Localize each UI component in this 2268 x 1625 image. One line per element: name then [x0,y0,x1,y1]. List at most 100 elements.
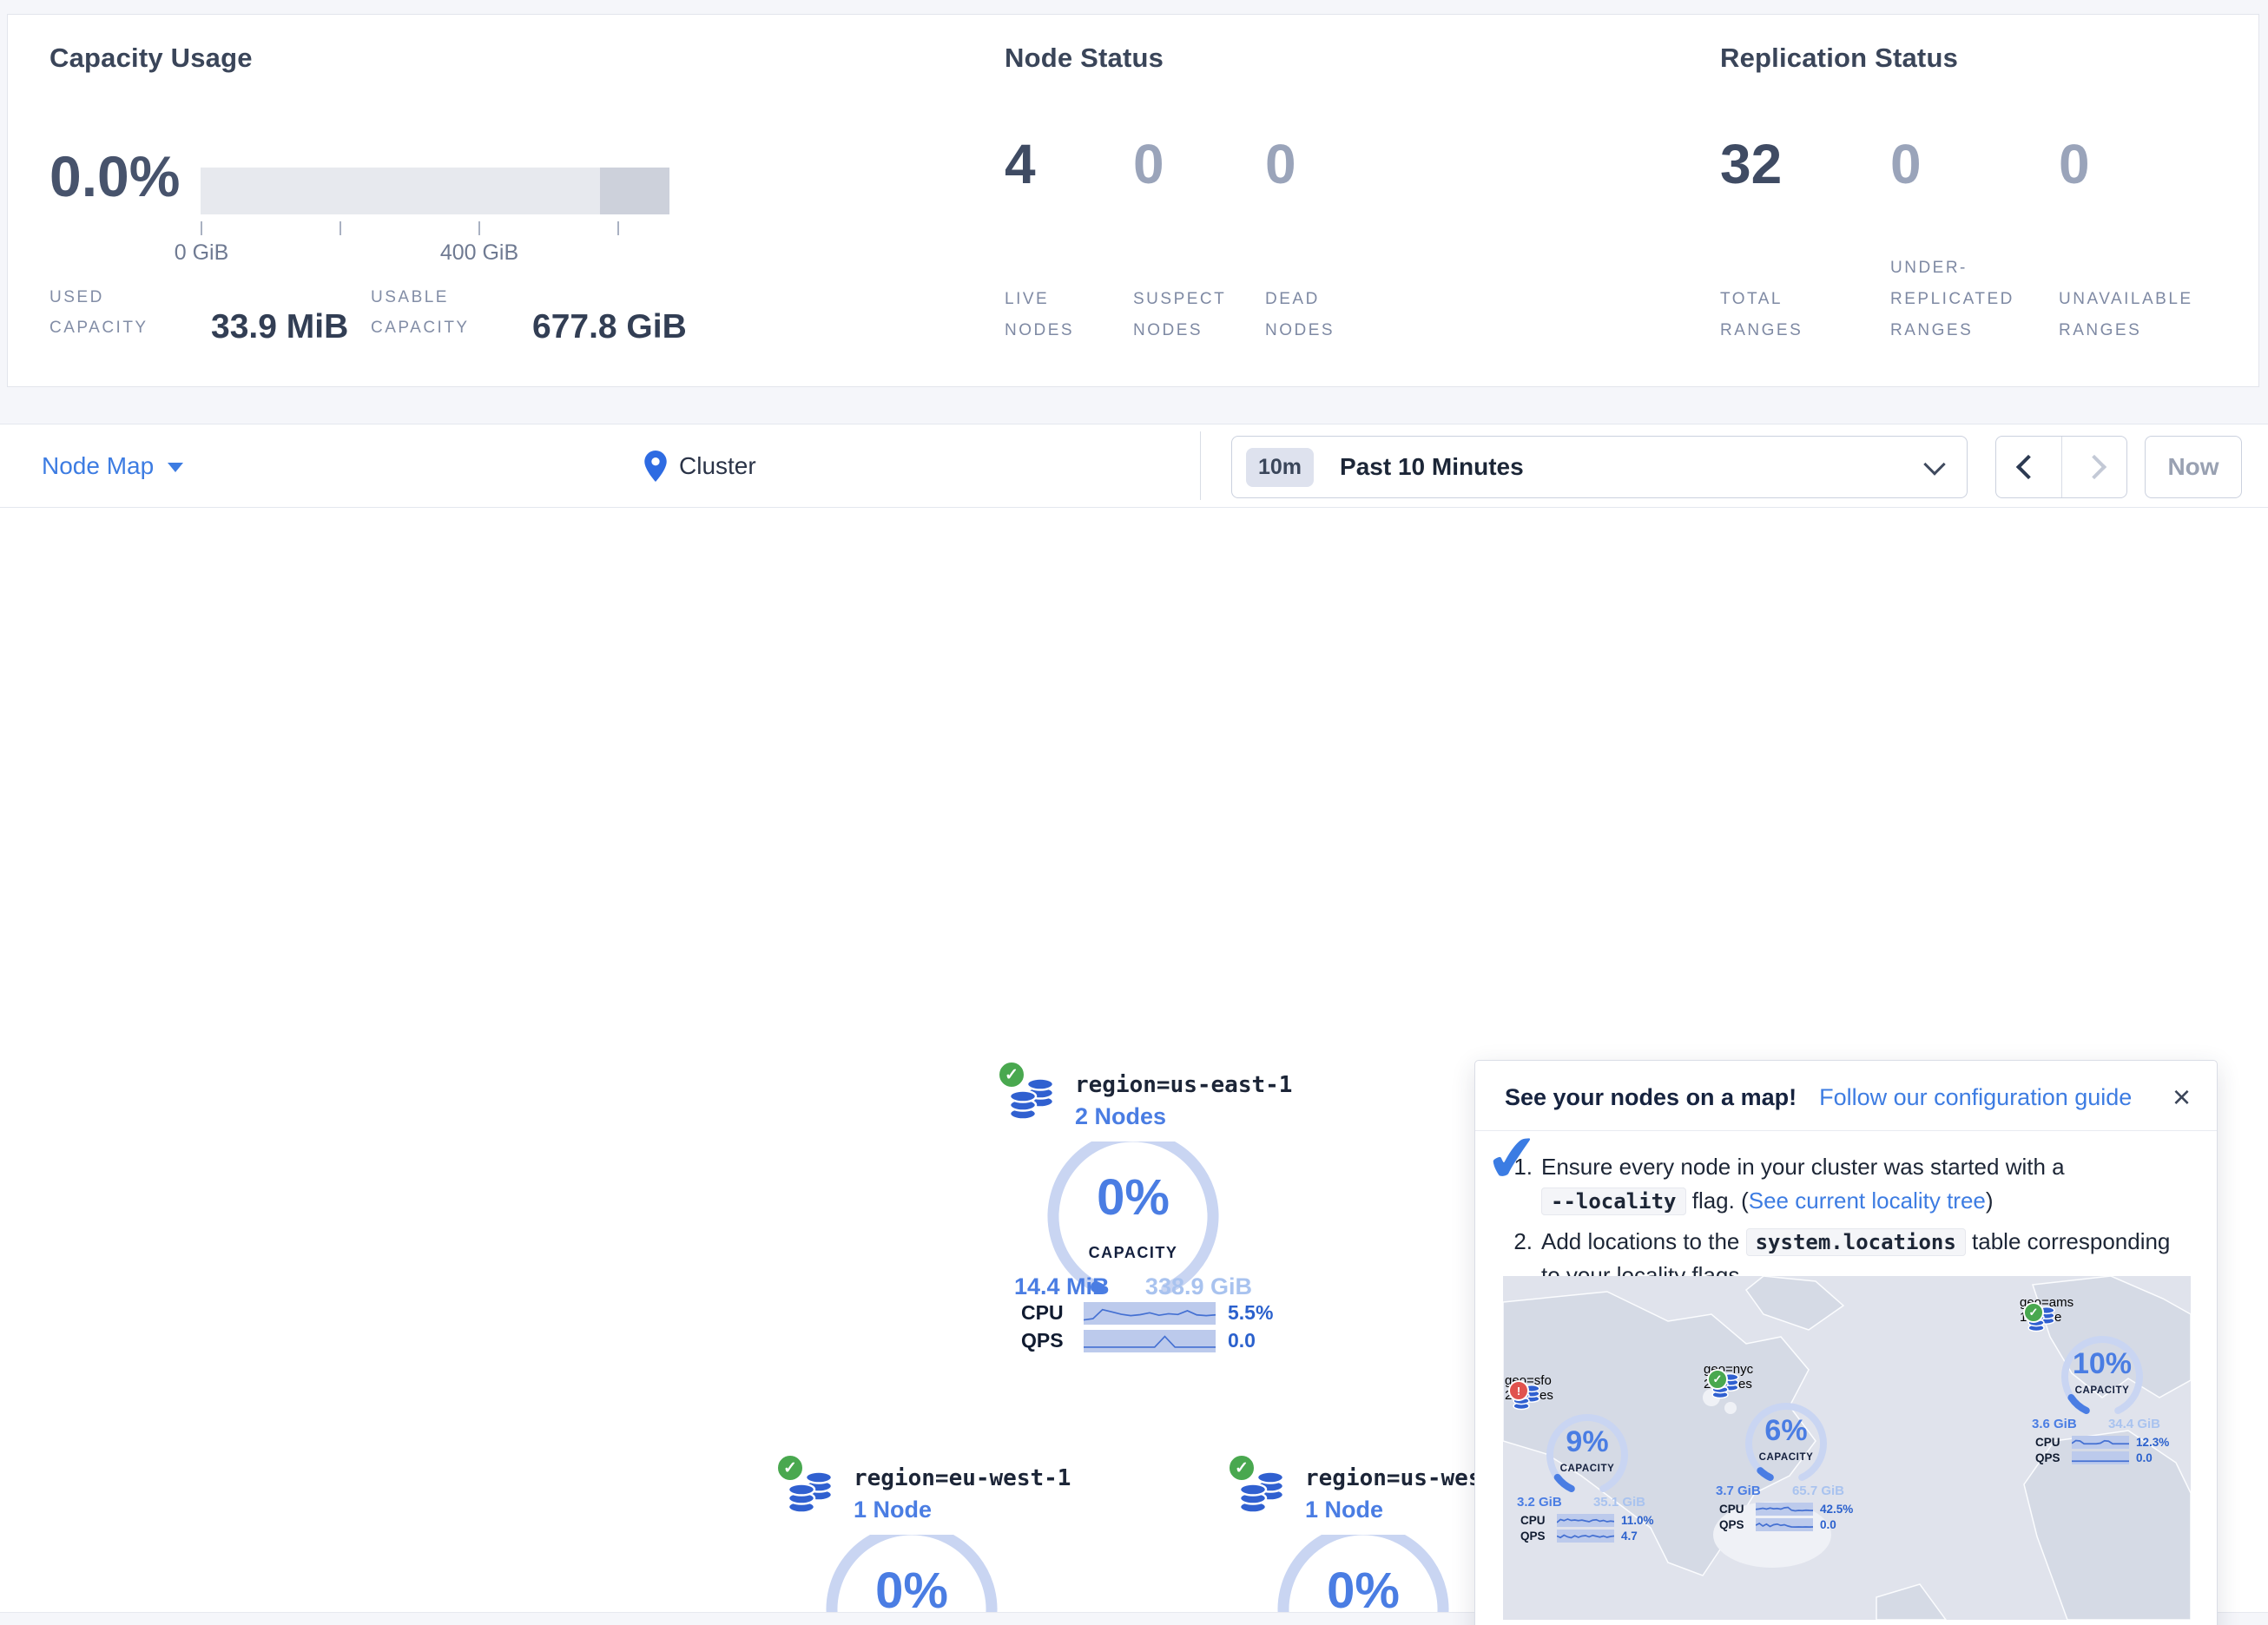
cpu-sparkline [1557,1514,1614,1527]
suspect-nodes-label: SUSPECT NODES [1133,284,1246,346]
cpu-label: CPU [1520,1514,1550,1527]
capacity-percent: 0% [820,1566,1004,1616]
cpu-label: CPU [1021,1301,1071,1325]
usable-capacity-label: USABLE CAPACITY [371,282,510,346]
qps-sparkline [1756,1518,1813,1531]
code-chip: system.locations [1746,1228,1966,1256]
node-count: 1 Node [854,1497,932,1523]
suspect-nodes-stat: 0 SUSPECT NODES [1133,136,1265,346]
close-icon[interactable]: × [2172,1082,2191,1113]
axis-tick [617,221,619,235]
capacity-range: 3.2 GiB 35.1 GiB [1517,1495,1645,1510]
live-nodes-value: 4 [1005,136,1133,192]
qps-value: 0.0 [1228,1329,1256,1352]
usable-capacity-value: 677.8 GiB [532,308,687,346]
cluster-summary-panel: Capacity Usage 0.0% 0 GiB 400 GiB USED C… [7,14,2259,387]
live-nodes-stat: 4 LIVE NODES [1005,136,1133,346]
node-card-us-west-1[interactable]: ✓ region=us-west-1 1 Node 0% CAPACITY 9.… [1229,1458,1498,1625]
capacity-gauge: 10% CAPACITY [2048,1335,2156,1420]
database-icon: ✓ [1004,1070,1059,1126]
node-card-eu-west-1[interactable]: ✓ region=eu-west-1 1 Node 0% CAPACITY 9.… [777,1458,1046,1625]
capacity-label: CAPACITY [1533,1464,1641,1474]
total-value: 338.9 GiB [1145,1273,1252,1300]
error-icon: ! [1508,1380,1529,1401]
capacity-usage-bar: 0 GiB 400 GiB [201,168,669,214]
code-chip: --locality [1541,1188,1686,1215]
healthy-check-icon: ✓ [775,1453,805,1483]
total-ranges-value: 32 [1720,136,1890,192]
cpu-metric-row: CPU 11.0% [1520,1514,1652,1527]
cpu-metric-row: CPU 12.3% [2035,1436,2167,1449]
healthy-check-icon: ✓ [2023,1302,2044,1323]
view-selector-dropdown[interactable]: Node Map [42,424,183,507]
map-configuration-popup: See your nodes on a map! Follow our conf… [1474,1060,2218,1625]
cpu-label: CPU [1719,1503,1749,1516]
unavailable-ranges-stat: 0 UNAVAILABLE RANGES [2059,136,2232,346]
step-text-part: Ensure every node in your cluster was st… [1541,1154,2065,1180]
capacity-gauge: 9% CAPACITY [1533,1413,1641,1498]
qps-metric-row: QPS 0.0 [2035,1451,2167,1464]
qps-value: 0.0 [1820,1518,1851,1531]
qps-value: 0.0 [2136,1451,2167,1464]
time-step-forward-button[interactable] [2061,437,2127,497]
axis-tick-label: 0 GiB [175,240,229,266]
step-text-part: Add locations to the [1541,1228,1746,1254]
database-icon: ✓ [1709,1369,1742,1402]
node-count: 1 Node [1305,1497,1383,1523]
node-card-title: region=us-east-1 [1075,1072,1292,1098]
capacity-label: CAPACITY [1041,1244,1225,1262]
axis-tick [478,221,480,235]
cpu-metric-row: CPU 42.5% [1719,1503,1851,1516]
qps-label: QPS [2035,1451,2065,1464]
axis-tick [201,221,202,235]
example-node-map: ! geo=sfo 2 Nodes 9% CAPACITY [1503,1276,2191,1620]
time-range-selector[interactable]: 10m Past 10 Minutes [1231,436,1968,498]
view-selector-label: Node Map [42,452,154,480]
used-value: 3.6 GiB [2032,1417,2077,1431]
now-button[interactable]: Now [2145,436,2242,498]
cpu-metric-row: CPU 5.5% [1021,1301,1249,1325]
dead-nodes-stat: 0 DEAD NODES [1265,136,1395,346]
capacity-percent: 10% [2048,1349,2156,1378]
database-icon: ✓ [1234,1464,1289,1519]
cpu-label: CPU [2035,1436,2065,1449]
used-capacity-label: USED CAPACITY [49,282,188,346]
dead-nodes-value: 0 [1265,136,1395,192]
used-value: 3.2 GiB [1517,1495,1562,1510]
step-text-part: flag. ( [1686,1188,1749,1214]
cpu-value: 5.5% [1228,1301,1273,1325]
breadcrumb: Cluster [644,424,756,507]
under-replicated-ranges-stat: 0 UNDER-REPLICATED RANGES [1890,136,2059,346]
unavailable-ranges-value: 0 [2059,136,2232,192]
chevron-down-icon [168,463,183,472]
qps-label: QPS [1520,1530,1550,1543]
replication-status-title: Replication Status [1720,43,1958,74]
capacity-label: CAPACITY [1732,1452,1840,1463]
popup-title: See your nodes on a map! [1505,1084,1797,1111]
map-node-nyc[interactable]: ✓ geo=nyc 2 Nodes 6% CAPACITY [1704,1362,1856,1540]
map-node-sfo[interactable]: ! geo=sfo 2 Nodes 9% CAPACITY [1505,1373,1657,1551]
capacity-percent: 6% [1732,1416,1840,1445]
configuration-guide-link[interactable]: Follow our configuration guide [1819,1084,2132,1111]
time-step-back-button[interactable] [1996,437,2061,497]
qps-metric-row: QPS 0.0 [1719,1518,1851,1531]
used-capacity-value: 33.9 MiB [211,308,348,346]
chevron-down-icon [1923,453,1945,475]
suspect-nodes-value: 0 [1133,136,1265,192]
capacity-gauge: 6% CAPACITY [1732,1402,1840,1487]
capacity-usage-title: Capacity Usage [49,43,253,74]
node-status-title: Node Status [1005,43,1164,74]
database-icon: ✓ [782,1464,838,1519]
qps-value: 4.7 [1621,1530,1652,1543]
healthy-check-icon: ✓ [1227,1453,1256,1483]
total-ranges-stat: 32 TOTAL RANGES [1720,136,1890,346]
qps-metric-row: QPS 0.0 [1021,1329,1249,1352]
node-card-us-east-1[interactable]: ✓ region=us-east-1 2 Nodes 0% CAPACITY 1… [999,1065,1268,1365]
under-replicated-ranges-value: 0 [1890,136,2059,192]
capacity-usage-percent: 0.0% [49,143,180,209]
time-range-badge: 10m [1246,448,1314,487]
map-node-ams[interactable]: ✓ geo=ams 1 Node 10% CAPACITY [2020,1295,2172,1473]
locality-tree-link[interactable]: See current locality tree [1749,1188,1986,1214]
total-value: 34.4 GiB [2108,1417,2160,1431]
cpu-sparkline [1756,1503,1813,1516]
